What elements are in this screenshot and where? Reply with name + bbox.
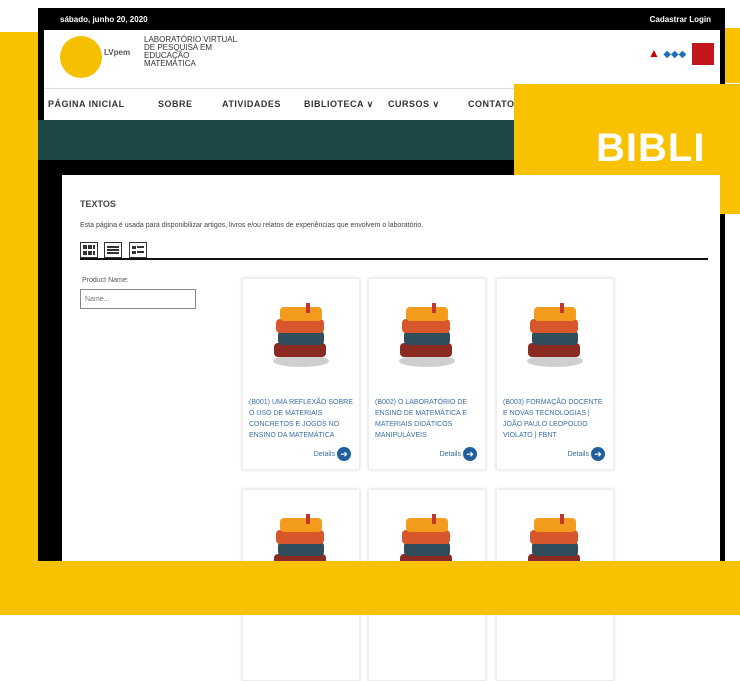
library-card[interactable]: (B003) FORMAÇÃO DOCENTE E NOVAS TECNOLOG… [496, 278, 614, 470]
arrow-right-icon: ➜ [337, 447, 351, 461]
yellow-frame-bottom [0, 561, 740, 615]
nav-library[interactable]: BIBLIOTECA ∨ [304, 99, 374, 110]
lab-name: LABORATÓRIO VIRTUAL DE PESQUISA EM EDUCA… [144, 35, 238, 68]
card-title[interactable]: (B001) UMA REFLEXÃO SOBRE O USO DE MATER… [249, 397, 354, 441]
grid-view-icon[interactable] [80, 242, 98, 258]
top-bar: sábado, junho 20, 2020 Cadastrar Login [38, 8, 725, 30]
date-text: sábado, junho 20, 2020 [60, 15, 148, 24]
page-description: Esta página é usada para disponibilizar … [80, 222, 424, 229]
library-card[interactable]: (B001) UMA REFLEXÃO SOBRE O USO DE MATER… [242, 278, 360, 470]
nav-activities[interactable]: ATIVIDADES [222, 99, 281, 109]
yellow-frame-left [0, 32, 38, 615]
books-icon [273, 303, 329, 367]
partner-logo-icon: ▲ [648, 46, 660, 61]
books-icon [399, 303, 455, 367]
arrow-right-icon: ➜ [591, 447, 605, 461]
content-panel: TEXTOS Esta página é usada para disponib… [62, 175, 720, 681]
details-link[interactable]: Details ➜ [440, 447, 477, 461]
auth-links[interactable]: Cadastrar Login [650, 15, 711, 24]
divider [80, 258, 708, 260]
banner-title: BIBLI [596, 126, 706, 170]
list-view-icon[interactable] [104, 242, 123, 258]
site-logo[interactable] [60, 36, 102, 78]
card-title[interactable]: (B002) O LABORATÓRIO DE ENSINO DE MATEMÁ… [375, 397, 480, 441]
library-card[interactable]: (B002) O LABORATÓRIO DE ENSINO DE MATEMÁ… [368, 278, 486, 470]
partner-logos: ▲ ◆◆◆ [648, 43, 714, 65]
partner-logo-3-icon [691, 43, 714, 65]
details-link[interactable]: Details ➜ [314, 447, 351, 461]
nav-about[interactable]: SOBRE [158, 99, 193, 109]
nav-home[interactable]: PÁGINA INICIAL [48, 99, 125, 109]
product-name-input[interactable] [80, 289, 196, 309]
partner-logo-2-icon: ◆◆◆ [663, 49, 687, 61]
filter-label: Product Name: [82, 277, 129, 284]
detail-view-icon[interactable] [128, 242, 147, 258]
nav-contact[interactable]: CONTATO [468, 99, 515, 109]
details-link[interactable]: Details ➜ [568, 447, 605, 461]
card-title[interactable]: (B003) FORMAÇÃO DOCENTE E NOVAS TECNOLOG… [503, 397, 608, 441]
arrow-right-icon: ➜ [463, 447, 477, 461]
logo-text: LVpem [104, 48, 131, 57]
page-title: TEXTOS [80, 199, 116, 209]
nav-courses[interactable]: CURSOS ∨ [388, 99, 440, 110]
books-icon [527, 303, 583, 367]
site-header: LVpem LABORATÓRIO VIRTUAL DE PESQUISA EM… [44, 30, 720, 88]
